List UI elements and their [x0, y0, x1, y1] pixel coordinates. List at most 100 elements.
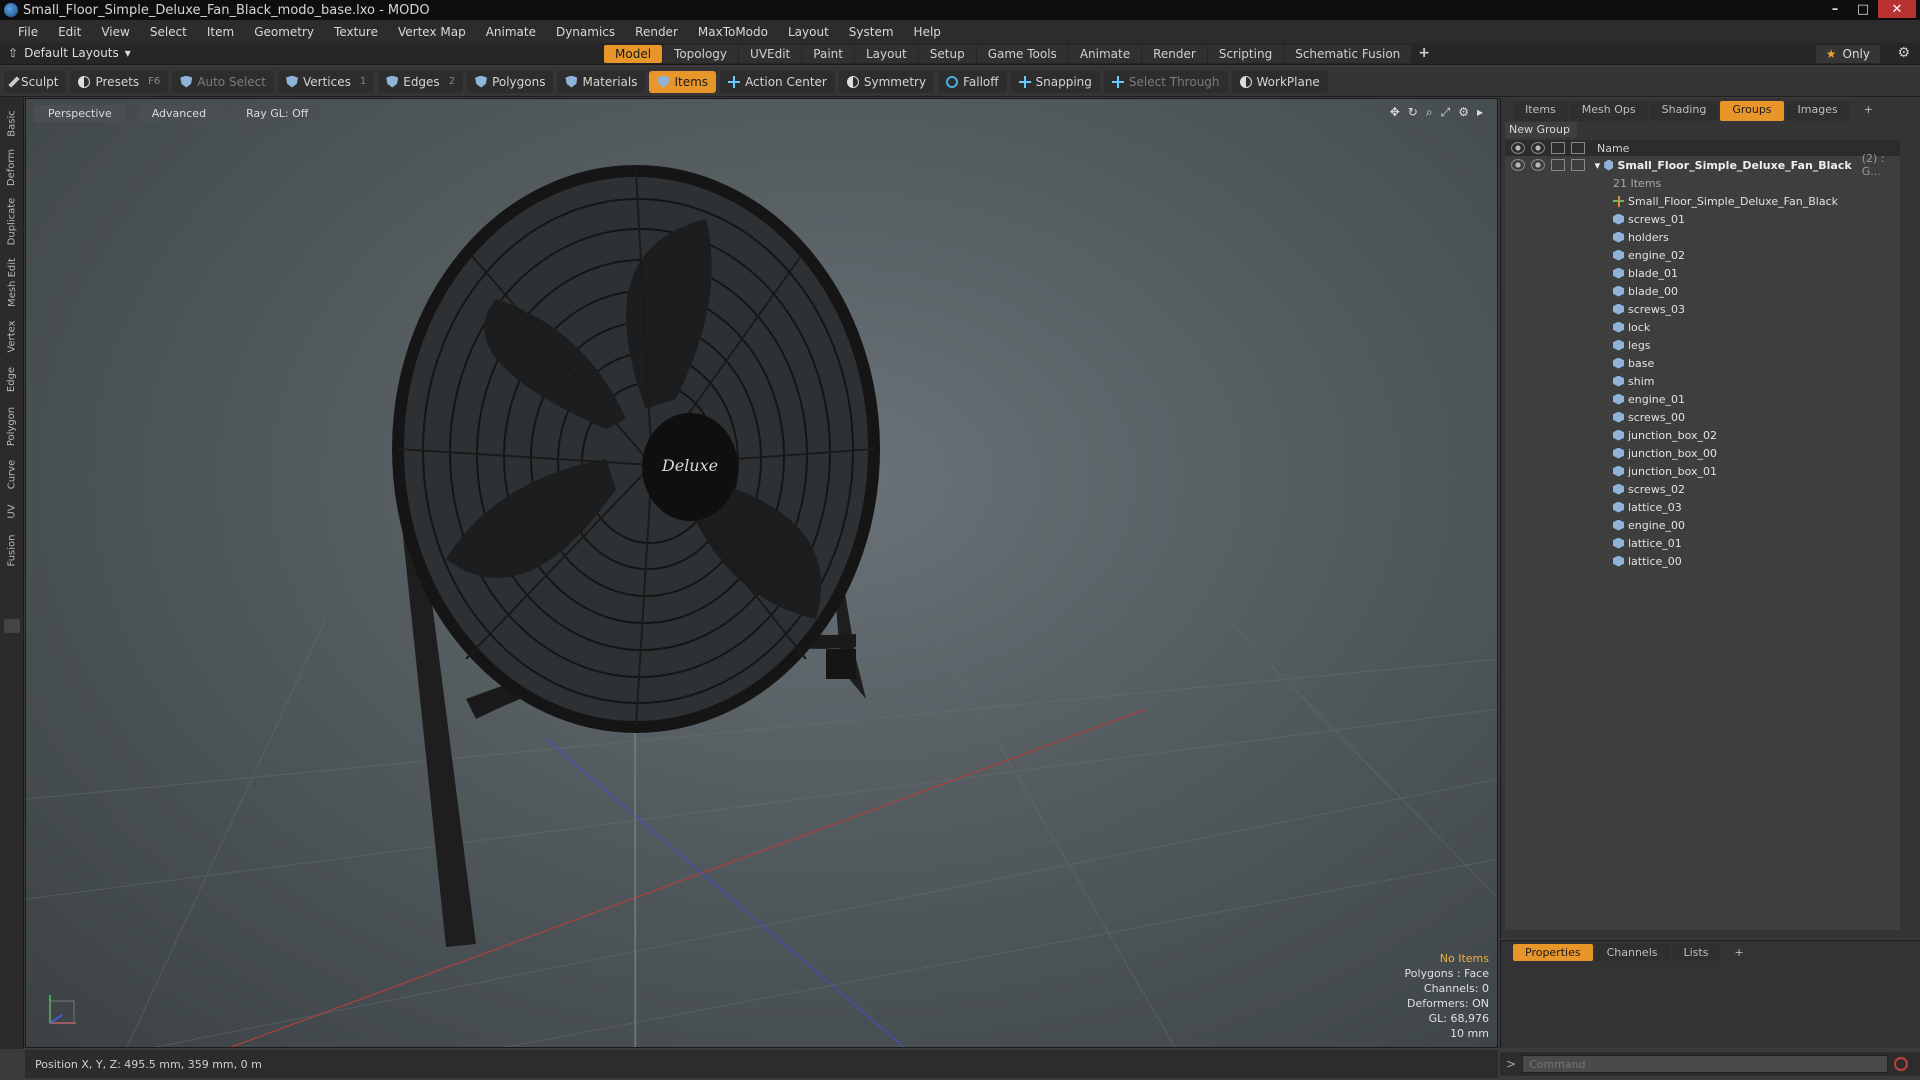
edges-button[interactable]: Edges 2: [378, 70, 464, 93]
vtab-polygon[interactable]: Polygon: [2, 401, 22, 451]
raygl-button[interactable]: Ray GL: Off: [232, 105, 323, 122]
list-item[interactable]: base: [1505, 354, 1900, 372]
close-button[interactable]: ✕: [1878, 0, 1916, 18]
vtab-fusion[interactable]: Fusion: [2, 529, 22, 571]
tab-images[interactable]: Images: [1785, 101, 1850, 121]
select-through-button[interactable]: Select Through: [1103, 70, 1228, 93]
menu-render[interactable]: Render: [625, 25, 688, 39]
materials-button[interactable]: Materials: [557, 70, 646, 93]
record-macro-icon[interactable]: [1894, 1057, 1909, 1071]
tab-properties[interactable]: Properties: [1513, 944, 1593, 961]
menu-help[interactable]: Help: [904, 25, 951, 39]
settings-icon[interactable]: ⚙: [1458, 105, 1469, 120]
render-column-icon[interactable]: [1531, 142, 1545, 154]
action-center-button[interactable]: Action Center: [720, 70, 835, 93]
rotate-icon[interactable]: ↻: [1408, 105, 1418, 120]
add-properties-tab-button[interactable]: +: [1722, 944, 1755, 961]
3d-viewport[interactable]: Deluxe Perspective Advanced Ray GL: Off …: [25, 98, 1498, 1048]
select-column-icon[interactable]: [1571, 142, 1585, 154]
list-item[interactable]: screws_00: [1505, 408, 1900, 426]
pan-icon[interactable]: ✥: [1390, 105, 1400, 120]
menu-select[interactable]: Select: [140, 25, 197, 39]
visibility-column-icon[interactable]: [1511, 142, 1525, 154]
lock-column-icon[interactable]: [1551, 142, 1565, 154]
menu-geometry[interactable]: Geometry: [244, 25, 324, 39]
vtab-curve[interactable]: Curve: [2, 455, 22, 493]
list-item[interactable]: junction_box_00: [1505, 444, 1900, 462]
tab-topology[interactable]: Topology: [663, 45, 739, 63]
menu-texture[interactable]: Texture: [324, 25, 388, 39]
list-item[interactable]: holders: [1505, 228, 1900, 246]
menu-item[interactable]: Item: [197, 25, 244, 39]
list-item[interactable]: screws_01: [1505, 210, 1900, 228]
group-render-icon[interactable]: [1531, 159, 1545, 171]
new-group-button[interactable]: New Group: [1505, 122, 1577, 138]
tab-mesh-ops[interactable]: Mesh Ops: [1569, 101, 1648, 121]
list-item[interactable]: junction_box_01: [1505, 462, 1900, 480]
list-item[interactable]: lattice_03: [1505, 498, 1900, 516]
symmetry-button[interactable]: Symmetry: [838, 70, 935, 93]
menu-view[interactable]: View: [91, 25, 139, 39]
menu-maxtomodo[interactable]: MaxToModo: [688, 25, 778, 39]
only-toggle[interactable]: ★ Only: [1815, 45, 1880, 63]
list-item[interactable]: lattice_01: [1505, 534, 1900, 552]
tab-setup[interactable]: Setup: [918, 45, 976, 63]
command-input[interactable]: [1522, 1055, 1889, 1073]
list-item[interactable]: screws_03: [1505, 300, 1900, 318]
group-lock-icon[interactable]: [1551, 159, 1565, 171]
sculpt-button[interactable]: Sculpt: [4, 70, 67, 93]
tab-channels[interactable]: Channels: [1594, 944, 1670, 961]
auto-select-button[interactable]: Auto Select: [172, 70, 274, 93]
group-row[interactable]: ▾ Small_Floor_Simple_Deluxe_Fan_Black (2) …: [1505, 152, 1900, 178]
items-button[interactable]: Items: [649, 70, 717, 93]
menu-edit[interactable]: Edit: [48, 25, 91, 39]
falloff-button[interactable]: Falloff: [938, 70, 1007, 93]
expand-icon[interactable]: ▸: [1477, 105, 1483, 120]
fit-icon[interactable]: ⤢: [1441, 105, 1451, 120]
gear-icon[interactable]: ⚙: [1897, 45, 1910, 61]
list-item[interactable]: lock: [1505, 318, 1900, 336]
tab-game-tools[interactable]: Game Tools: [976, 45, 1068, 63]
list-item[interactable]: engine_02: [1505, 246, 1900, 264]
tab-layout[interactable]: Layout: [854, 45, 918, 63]
list-item[interactable]: shim: [1505, 372, 1900, 390]
vtab-deform[interactable]: Deform: [2, 145, 22, 189]
workplane-button[interactable]: WorkPlane: [1231, 70, 1328, 93]
tab-items[interactable]: Items: [1513, 101, 1568, 121]
panel-toggle-button[interactable]: [4, 619, 20, 633]
list-item[interactable]: Small_Floor_Simple_Deluxe_Fan_Black: [1505, 192, 1900, 210]
list-item[interactable]: engine_01: [1505, 390, 1900, 408]
list-item[interactable]: lattice_00: [1505, 552, 1900, 570]
list-item[interactable]: junction_box_02: [1505, 426, 1900, 444]
menu-dynamics[interactable]: Dynamics: [546, 25, 625, 39]
tab-scripting[interactable]: Scripting: [1207, 45, 1284, 63]
menu-file[interactable]: File: [8, 25, 48, 39]
presets-button[interactable]: Presets F6: [70, 70, 169, 93]
view-perspective-button[interactable]: Perspective: [34, 105, 126, 122]
tab-shading[interactable]: Shading: [1649, 101, 1719, 121]
tab-groups[interactable]: Groups: [1720, 101, 1784, 121]
vtab-uv[interactable]: UV: [2, 497, 22, 525]
collapse-arrow-icon[interactable]: ▾: [1595, 159, 1601, 172]
menu-animate[interactable]: Animate: [476, 25, 546, 39]
snapping-button[interactable]: Snapping: [1010, 70, 1100, 93]
vtab-edge[interactable]: Edge: [2, 361, 22, 397]
tab-model[interactable]: Model: [604, 45, 663, 63]
list-item[interactable]: blade_00: [1505, 282, 1900, 300]
group-select-icon[interactable]: [1571, 159, 1585, 171]
menu-layout[interactable]: Layout: [778, 25, 839, 39]
tab-paint[interactable]: Paint: [802, 45, 854, 63]
tab-schematic-fusion[interactable]: Schematic Fusion: [1284, 45, 1412, 63]
zoom-icon[interactable]: ⌕: [1426, 105, 1433, 120]
add-panel-tab-button[interactable]: +: [1852, 101, 1885, 121]
list-item[interactable]: screws_02: [1505, 480, 1900, 498]
vtab-basic[interactable]: Basic: [2, 105, 22, 141]
group-visibility-icon[interactable]: [1511, 159, 1525, 171]
vtab-vertex[interactable]: Vertex: [2, 315, 22, 357]
shading-advanced-button[interactable]: Advanced: [137, 105, 221, 122]
tab-lists[interactable]: Lists: [1671, 944, 1721, 961]
vtab-mesh-edit[interactable]: Mesh Edit: [2, 253, 22, 311]
list-item[interactable]: legs: [1505, 336, 1900, 354]
maximize-button[interactable]: □: [1850, 0, 1876, 18]
minimize-button[interactable]: –: [1822, 0, 1848, 18]
